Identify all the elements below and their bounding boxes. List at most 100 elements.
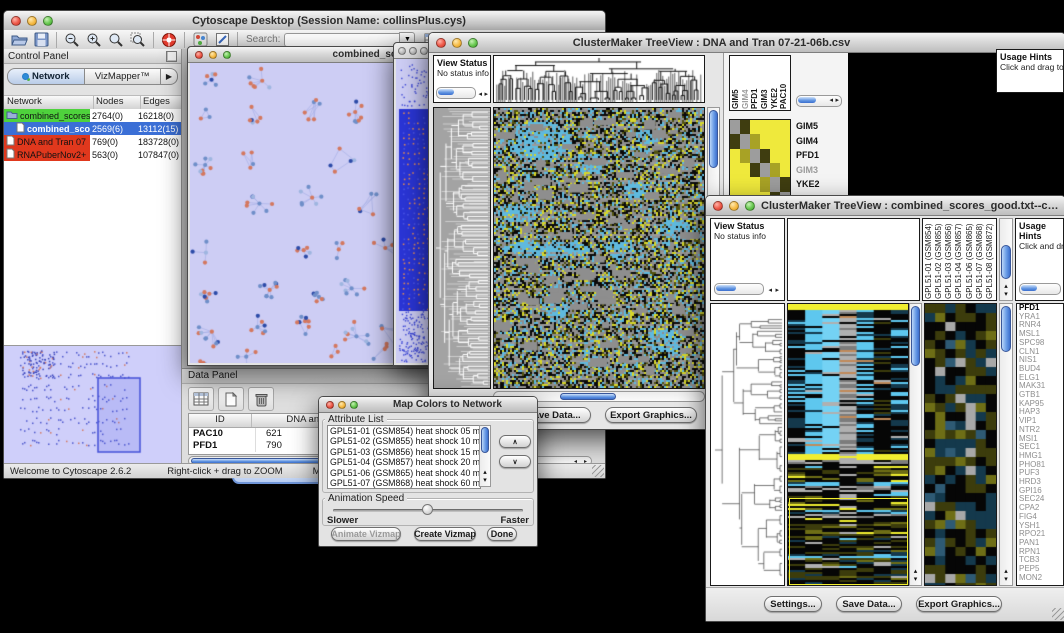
- tab-overflow-arrow[interactable]: ▶: [161, 68, 178, 85]
- dialog-titlebar[interactable]: Map Colors to Network: [319, 397, 537, 413]
- summary-matrix-cell: [780, 134, 790, 148]
- summary-matrix-cell: [750, 177, 760, 191]
- zoom-window-icon[interactable]: [745, 201, 755, 211]
- resize-grip[interactable]: [592, 465, 604, 477]
- summary-row-label: PFD1: [796, 148, 842, 163]
- network-overview-pane[interactable]: [4, 346, 181, 464]
- minimize-icon[interactable]: [27, 16, 37, 26]
- column-label: GPL51-06 (GSM865): [965, 220, 975, 299]
- attribute-list-item[interactable]: GPL51-07 (GSM868) heat shock 60 min: [330, 478, 480, 488]
- tab-network[interactable]: Network: [7, 68, 85, 85]
- view-status-scrollbar[interactable]: [436, 87, 476, 99]
- open-folder-icon[interactable]: [8, 31, 30, 49]
- treeview2-titlebar[interactable]: ClusterMaker TreeView : combined_scores_…: [706, 196, 1064, 216]
- trash-icon[interactable]: [248, 387, 274, 411]
- zoom-in-icon[interactable]: [83, 31, 105, 49]
- attribute-list-item[interactable]: GPL51-02 (GSM855) heat shock 10 min: [330, 436, 480, 446]
- treeview1-summary-hscrollbar[interactable]: ◂▸: [796, 95, 842, 107]
- zoom-window-icon[interactable]: [350, 401, 358, 409]
- network-table-header[interactable]: Network Nodes Edges: [4, 95, 181, 110]
- minimize-icon[interactable]: [452, 38, 462, 48]
- summary-column-label: PFD1: [750, 57, 760, 109]
- treeview2-top-vscrollbar[interactable]: ▴▾: [999, 218, 1013, 301]
- slider-thumb[interactable]: [422, 504, 433, 515]
- minimize-icon[interactable]: [338, 401, 346, 409]
- status-welcome: Welcome to Cytoscape 2.6.2: [10, 466, 131, 477]
- treeview2-gene-list[interactable]: PFD1YRA1RNR4MSL1SPC98CLN1NIS1BUD4ELG1MAK…: [1016, 303, 1064, 586]
- move-down-button[interactable]: ∨: [499, 455, 531, 468]
- animation-speed-slider[interactable]: [333, 509, 523, 512]
- attribute-list-scrollbar[interactable]: ▴▾: [479, 425, 491, 487]
- summary-matrix-cell: [740, 120, 750, 134]
- tab-vizmapper[interactable]: VizMapper™: [85, 68, 162, 85]
- network-tab-icon: [22, 73, 29, 80]
- done-button[interactable]: Done: [487, 527, 517, 541]
- treeview1-view-status: View Status No status info f ◂▸: [433, 55, 491, 103]
- summary-row-label: GIM4: [796, 134, 842, 149]
- attribute-list-item[interactable]: GPL51-06 (GSM865) heat shock 40 min: [330, 468, 480, 478]
- summary-matrix-cell: [760, 149, 770, 163]
- window-controls[interactable]: [11, 16, 53, 26]
- treeview2-heatmap[interactable]: [787, 303, 909, 586]
- close-icon[interactable]: [195, 51, 203, 59]
- settings-button[interactable]: Settings...: [764, 596, 822, 612]
- control-panel: Control Panel Network VizMapper™ ▶ Netwo…: [4, 49, 182, 464]
- save-icon[interactable]: [30, 31, 52, 49]
- network-table-row[interactable]: RNAPuberNov2+563(0)107847(0): [4, 148, 181, 161]
- summary-column-label: GIM3: [760, 57, 770, 109]
- close-icon[interactable]: [436, 38, 446, 48]
- resize-grip[interactable]: [1052, 608, 1064, 620]
- zoom-window-icon[interactable]: [223, 51, 231, 59]
- new-doc-icon[interactable]: [218, 387, 244, 411]
- export-graphics-button[interactable]: Export Graphics...: [916, 596, 1002, 612]
- close-icon[interactable]: [11, 16, 21, 26]
- help-lifesaver-icon[interactable]: [158, 31, 180, 49]
- summary-matrix-cell: [760, 163, 770, 177]
- heatmap-selection-rect: [789, 498, 908, 585]
- treeview1-row-dendrogram[interactable]: [433, 107, 491, 389]
- attribute-list-item[interactable]: GPL51-04 (GSM857) heat shock 20 min: [330, 457, 480, 467]
- gene-label[interactable]: MON2: [1019, 574, 1063, 583]
- zoom-out-icon[interactable]: [61, 31, 83, 49]
- network-table-row[interactable]: combined_sco2569(6)13112(15): [4, 122, 181, 135]
- main-titlebar[interactable]: Cytoscape Desktop (Session Name: collins…: [4, 11, 605, 31]
- view-status-scrollbar[interactable]: [714, 283, 764, 295]
- treeview1-summary-matrix[interactable]: [729, 119, 791, 207]
- zoom-window-icon[interactable]: [468, 38, 478, 48]
- zoom-fit-icon[interactable]: [105, 31, 127, 49]
- search-input[interactable]: [284, 33, 399, 47]
- treeview1-heatmap[interactable]: [493, 107, 705, 389]
- zoom-selected-icon[interactable]: [127, 31, 149, 49]
- treeview2-zoom-vscrollbar[interactable]: ▴▾: [999, 303, 1013, 586]
- treeview2-column-dendrogram[interactable]: [787, 218, 920, 301]
- treeview2-zoom-heatmap[interactable]: [924, 303, 997, 586]
- treeview1-titlebar[interactable]: ClusterMaker TreeView : DNA and Tran 07-…: [429, 33, 1064, 53]
- map-colors-dialog: Map Colors to Network Attribute List GPL…: [318, 396, 538, 547]
- zoom-window-icon[interactable]: [43, 16, 53, 26]
- table-icon[interactable]: [188, 387, 214, 411]
- attribute-list-item[interactable]: GPL51-03 (GSM856) heat shock 15 min: [330, 447, 480, 457]
- close-icon[interactable]: [326, 401, 334, 409]
- save-data-button[interactable]: Save Data...: [836, 596, 902, 612]
- treeview2-heatmap-vscrollbar[interactable]: ▴▾: [909, 303, 922, 586]
- summary-matrix-cell: [760, 120, 770, 134]
- summary-row-label: GIM5: [796, 119, 842, 134]
- network-table-row[interactable]: DNA and Tran 07769(0)183728(0): [4, 135, 181, 148]
- treeview2-column-labels: GPL51-01 (GSM854)GPL51-02 (GSM855)GPL51-…: [922, 218, 997, 301]
- minimize-icon[interactable]: [209, 51, 217, 59]
- close-icon[interactable]: [713, 201, 723, 211]
- main-window-title: Cytoscape Desktop (Session Name: collins…: [53, 15, 605, 27]
- treeview2-row-dendrogram[interactable]: [710, 303, 785, 586]
- attribute-list[interactable]: GPL51-01 (GSM854) heat shock 05 minGPL51…: [327, 425, 481, 489]
- attribute-list-item[interactable]: GPL51-01 (GSM854) heat shock 05 min: [330, 426, 480, 436]
- file-icon: [6, 148, 15, 161]
- export-graphics-button[interactable]: Export Graphics...: [605, 407, 697, 423]
- create-vizmap-button[interactable]: Create Vizmap: [414, 527, 476, 541]
- summary-matrix-cell: [770, 149, 780, 163]
- treeview1-column-dendrogram[interactable]: [493, 55, 705, 103]
- network-table-row[interactable]: combined_scores2764(0)16218(0): [4, 109, 181, 122]
- float-panel-icon[interactable]: [166, 51, 177, 62]
- treeview2-view-status: View Status No status info ◂▸: [710, 218, 785, 301]
- move-up-button[interactable]: ∧: [499, 435, 531, 448]
- minimize-icon[interactable]: [729, 201, 739, 211]
